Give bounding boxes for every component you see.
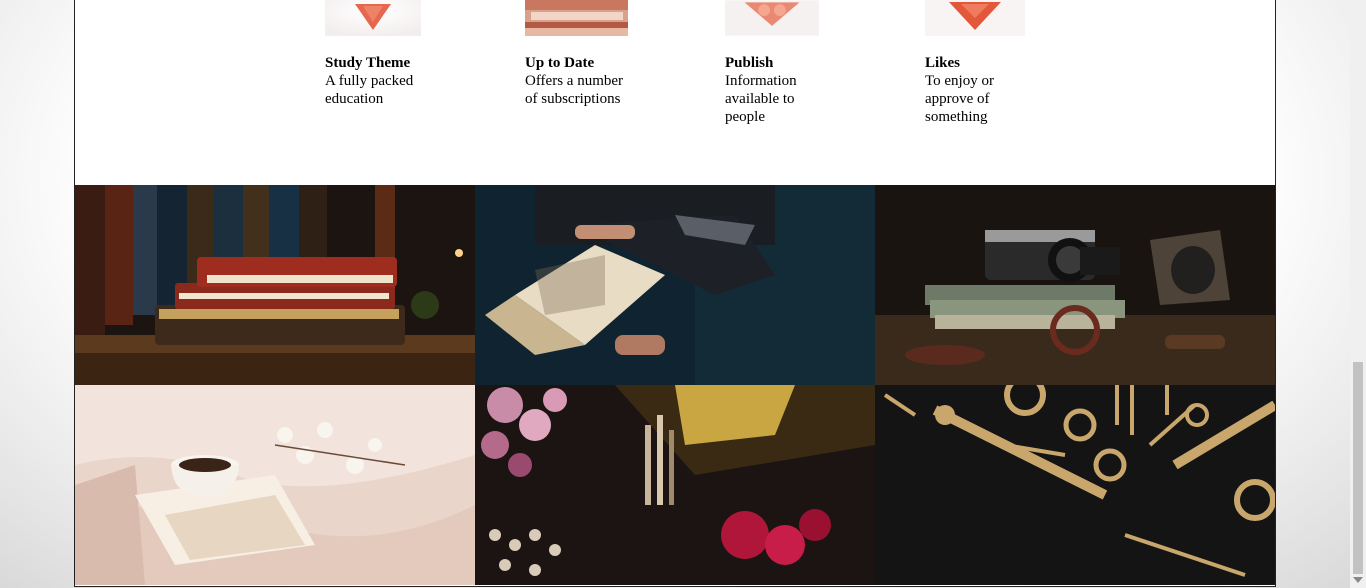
browser-viewport: Study Theme A fully packed education Up … bbox=[0, 0, 1350, 588]
feature-description: Information available to people bbox=[725, 73, 797, 125]
heart-thumbnail-icon bbox=[325, 0, 421, 36]
feature-description: A fully packed education bbox=[325, 73, 414, 107]
feature-study-theme: Study Theme A fully packed education bbox=[325, 0, 435, 108]
gallery-image-tools[interactable] bbox=[875, 385, 1275, 585]
heart-thumbnail-icon bbox=[725, 0, 819, 36]
feature-description: To enjoy or approve of something bbox=[925, 73, 994, 125]
feature-title: Publish bbox=[725, 55, 774, 71]
gallery-image-camera[interactable] bbox=[875, 185, 1275, 385]
gallery-image-coffee[interactable] bbox=[75, 385, 475, 585]
golden-tools-image bbox=[875, 385, 1275, 585]
stacked-books-image bbox=[75, 185, 475, 385]
feature-title: Likes bbox=[925, 55, 961, 71]
gallery-image-flowers[interactable] bbox=[475, 385, 875, 585]
features-section: Study Theme A fully packed education Up … bbox=[75, 0, 1275, 185]
scrollbar-thumb[interactable] bbox=[1353, 362, 1363, 574]
coffee-book-image bbox=[75, 385, 475, 585]
feature-title: Up to Date bbox=[525, 55, 595, 71]
heart-thumbnail-icon bbox=[925, 0, 1025, 36]
feature-description: Offers a number of subscriptions bbox=[525, 73, 624, 107]
page-container: Study Theme A fully packed education Up … bbox=[74, 0, 1276, 587]
image-gallery bbox=[75, 185, 1275, 585]
vertical-scrollbar[interactable] bbox=[1350, 0, 1366, 588]
gallery-image-books[interactable] bbox=[75, 185, 475, 385]
book-thumbnail-icon bbox=[525, 0, 628, 36]
feature-title: Study Theme bbox=[325, 55, 411, 71]
scroll-down-arrow-icon[interactable] bbox=[1353, 577, 1363, 583]
reading-book-image bbox=[475, 185, 875, 385]
gallery-image-reading[interactable] bbox=[475, 185, 875, 385]
feature-up-to-date: Up to Date Offers a number of subscripti… bbox=[525, 0, 635, 108]
vintage-camera-image bbox=[875, 185, 1275, 385]
feature-publish: Publish Information available to people bbox=[725, 0, 835, 126]
flowers-brushes-image bbox=[475, 385, 875, 585]
feature-likes: Likes To enjoy or approve of something bbox=[925, 0, 1035, 126]
